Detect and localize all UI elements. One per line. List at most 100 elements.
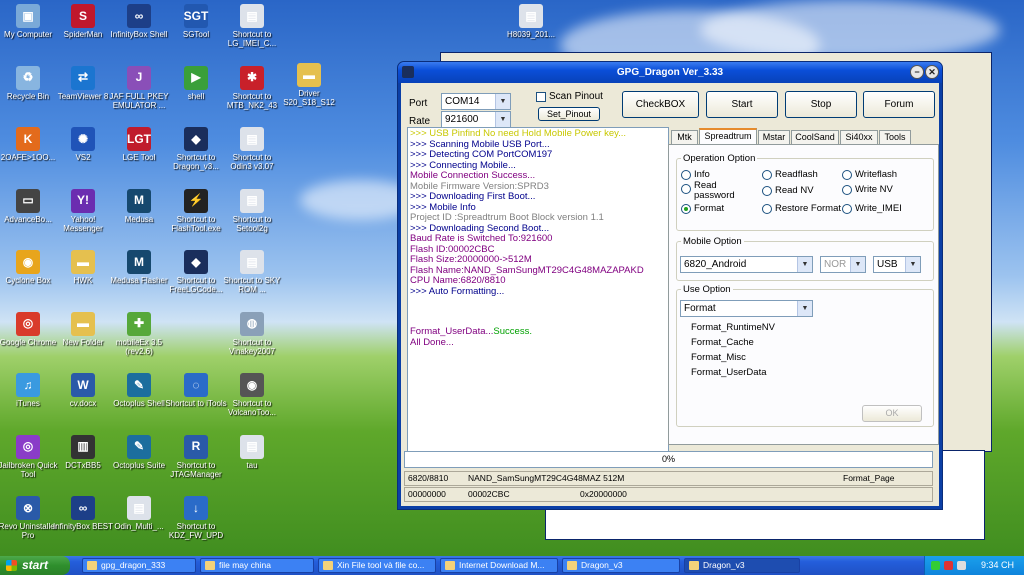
- port-label: Port: [409, 98, 428, 109]
- log-line: All Done...: [410, 336, 454, 348]
- radio-write-imei[interactable]: Write_IMEI: [842, 203, 902, 214]
- model-select[interactable]: 6820_Android ▼: [680, 256, 813, 273]
- speaker-icon[interactable]: [957, 561, 966, 570]
- desktop-icon[interactable]: ∞ InfinityBox Shell: [108, 4, 170, 39]
- desktop-icon[interactable]: K 2OAFE>1OO...: [0, 127, 59, 162]
- desktop-icon[interactable]: ▤ Shortcut to LG_IMEI_C...: [221, 4, 283, 48]
- nor-select[interactable]: NOR ▼: [820, 256, 866, 273]
- list-item[interactable]: Format_RuntimeNV: [691, 320, 775, 335]
- clock[interactable]: 9:34 CH: [981, 556, 1014, 575]
- group-title: Use Option: [681, 284, 733, 295]
- tab-mstar[interactable]: Mstar: [758, 130, 790, 145]
- app-icon: ✎: [127, 434, 151, 459]
- taskbar-item[interactable]: Dragon_v3: [562, 558, 680, 573]
- log-line: >>> Detecting COM PortCOM197: [410, 149, 553, 160]
- taskbar-item[interactable]: Internet Download M...: [440, 558, 558, 573]
- desktop-icon-label: Google Chrome: [0, 337, 57, 347]
- forum-button[interactable]: Forum: [863, 91, 935, 118]
- scan-pinout-checkbox[interactable]: [536, 92, 546, 102]
- desktop-icon[interactable]: ♫ iTunes: [0, 373, 59, 408]
- radio-read-password[interactable]: Read password: [681, 181, 749, 201]
- rate-select[interactable]: 921600 ▼: [441, 111, 511, 128]
- desktop-icon[interactable]: ✎ Octoplus Shell: [108, 373, 170, 408]
- desktop-icon[interactable]: ◉ Shortcut to VolcanoToo...: [221, 373, 283, 417]
- set-pinout-button[interactable]: Set_Pinout: [538, 107, 600, 121]
- desktop-icon[interactable]: ▬ New Folder: [52, 311, 114, 347]
- start-button[interactable]: Start: [706, 91, 778, 118]
- desktop-icon[interactable]: ▤ Shortcut to Odin3 v3.07: [221, 127, 283, 171]
- start-button[interactable]: start: [0, 556, 70, 575]
- taskbar-item[interactable]: Xin File tool và file co...: [318, 558, 436, 573]
- desktop-icon[interactable]: ▭ AdvanceBo...: [0, 188, 59, 224]
- minimize-icon[interactable]: −: [910, 65, 924, 79]
- desktop-icon[interactable]: LGT LGE Tool: [108, 127, 170, 162]
- desktop-icon[interactable]: ✱ Shortcut to MTB_NK2_43: [221, 65, 283, 110]
- tab-si40xx[interactable]: Si40xx: [840, 130, 878, 145]
- tray-icon[interactable]: [931, 561, 940, 570]
- desktop-icon[interactable]: ✎ Octoplus Suite: [108, 434, 170, 470]
- radio-writeflash[interactable]: Writeflash: [842, 169, 897, 180]
- list-item[interactable]: Format_Cache: [691, 335, 775, 350]
- desktop-icon[interactable]: ⊗ Revo Uninstaller Pro: [0, 496, 59, 540]
- desktop-icon[interactable]: Wcv.docx: [52, 373, 114, 408]
- desktop-icon[interactable]: M Medusa Flasher: [108, 250, 170, 285]
- desktop-icon[interactable]: R Shortcut to JTAGManager: [165, 434, 227, 479]
- desktop-icon[interactable]: ◆ Shortcut to FreeLGCode...: [165, 250, 227, 294]
- taskbar-item[interactable]: gpg_dragon_333: [82, 558, 196, 573]
- desktop-icon[interactable]: ✚ mobileEx 3.5 (rev2.6): [108, 311, 170, 356]
- desktop-icon[interactable]: ▬ Driver S20_S18_S12: [278, 63, 340, 107]
- desktop-icon[interactable]: ♻ Recycle Bin: [0, 65, 59, 101]
- desktop-icon[interactable]: ▤ Shortcut to Setool2g: [221, 188, 283, 233]
- desktop-icon[interactable]: S SpiderMan: [52, 4, 114, 39]
- radio-info[interactable]: Info: [681, 169, 710, 180]
- radio-restore-format[interactable]: Restore Format: [762, 203, 841, 214]
- tab-coolsand[interactable]: CoolSand: [791, 130, 839, 145]
- desktop-icon[interactable]: ◎ Google Chrome: [0, 311, 59, 347]
- desktop-icon[interactable]: ▤ tau: [221, 434, 283, 470]
- tray-icon[interactable]: [944, 561, 953, 570]
- desktop-icon[interactable]: ∞ InfinityBox BEST: [52, 496, 114, 531]
- desktop-icon[interactable]: ◌ Shortcut to iTools: [165, 373, 227, 408]
- desktop-icon[interactable]: J JAF FULL PKEY EMULATOR ...: [108, 65, 170, 110]
- desktop-icon[interactable]: ▬ HWK: [52, 250, 114, 285]
- desktop-icon[interactable]: ⚡ Shortcut to FlashTool.exe: [165, 188, 227, 233]
- desktop-icon[interactable]: SGT SGTool: [165, 4, 227, 39]
- usb-select[interactable]: USB ▼: [873, 256, 921, 273]
- desktop-icon[interactable]: ▶ shell: [165, 65, 227, 101]
- desktop-icon[interactable]: ✺ VS2: [52, 127, 114, 162]
- taskbar-item[interactable]: Dragon_v3: [684, 558, 800, 573]
- tab-tools[interactable]: Tools: [879, 130, 911, 145]
- list-item[interactable]: Format_Misc: [691, 350, 775, 365]
- desktop-icon[interactable]: ◆ Shortcut to Dragon_v3...: [165, 127, 227, 171]
- desktop-icon[interactable]: ◉ Cyclone Box: [0, 250, 59, 285]
- desktop-icon[interactable]: ↓ Shortcut to KDZ_FW_UPD: [165, 496, 227, 540]
- radio-format[interactable]: Format: [681, 203, 724, 214]
- desktop-icon[interactable]: M Medusa: [108, 188, 170, 224]
- chevron-down-icon: ▼: [797, 301, 812, 316]
- desktop-icon[interactable]: ◎ Jailbroken Quick Tool: [0, 434, 59, 479]
- ok-button[interactable]: OK: [862, 405, 922, 422]
- radio-readflash[interactable]: Readflash: [762, 169, 818, 180]
- desktop-icon[interactable]: ▤ Odin_Multi_...: [108, 496, 170, 531]
- desktop-icon[interactable]: ▥ DCTxBB5: [52, 434, 114, 470]
- stop-button[interactable]: Stop: [785, 91, 857, 118]
- port-select[interactable]: COM14 ▼: [441, 93, 511, 110]
- desktop-icon[interactable]: Y! Yahoo! Messenger: [52, 188, 114, 233]
- checkbox-button[interactable]: CheckBOX: [622, 91, 699, 118]
- desktop-icon[interactable]: ▤ H8039_201...: [500, 4, 562, 39]
- radio-read-nv[interactable]: Read NV: [762, 185, 814, 196]
- list-item[interactable]: Format_UserData: [691, 365, 775, 380]
- use-option-select[interactable]: Format ▼: [680, 300, 813, 317]
- tab-spreadtrum[interactable]: Spreadtrum: [699, 128, 757, 145]
- log-output[interactable]: >>> USB Pinfind No need Hold Mobile Powe…: [407, 127, 669, 452]
- tab-mtk[interactable]: Mtk: [671, 130, 698, 145]
- close-icon[interactable]: ✕: [925, 65, 939, 79]
- desktop-icon[interactable]: ▤ Shortcut to SKY ROM ...: [221, 250, 283, 294]
- window-titlebar[interactable]: GPG_Dragon Ver_3.33 − ✕: [398, 62, 942, 83]
- gpg-dragon-window[interactable]: GPG_Dragon Ver_3.33 − ✕ Port COM14 ▼ Rate…: [397, 61, 943, 510]
- desktop-icon[interactable]: ▣ My Computer: [0, 4, 59, 39]
- desktop-icon[interactable]: ⇄ TeamViewer 8: [52, 65, 114, 101]
- radio-write-nv[interactable]: Write NV: [842, 184, 893, 195]
- desktop-icon[interactable]: ◍ Shortcut to Vinakey2007: [221, 311, 283, 356]
- taskbar-item[interactable]: file may china: [200, 558, 314, 573]
